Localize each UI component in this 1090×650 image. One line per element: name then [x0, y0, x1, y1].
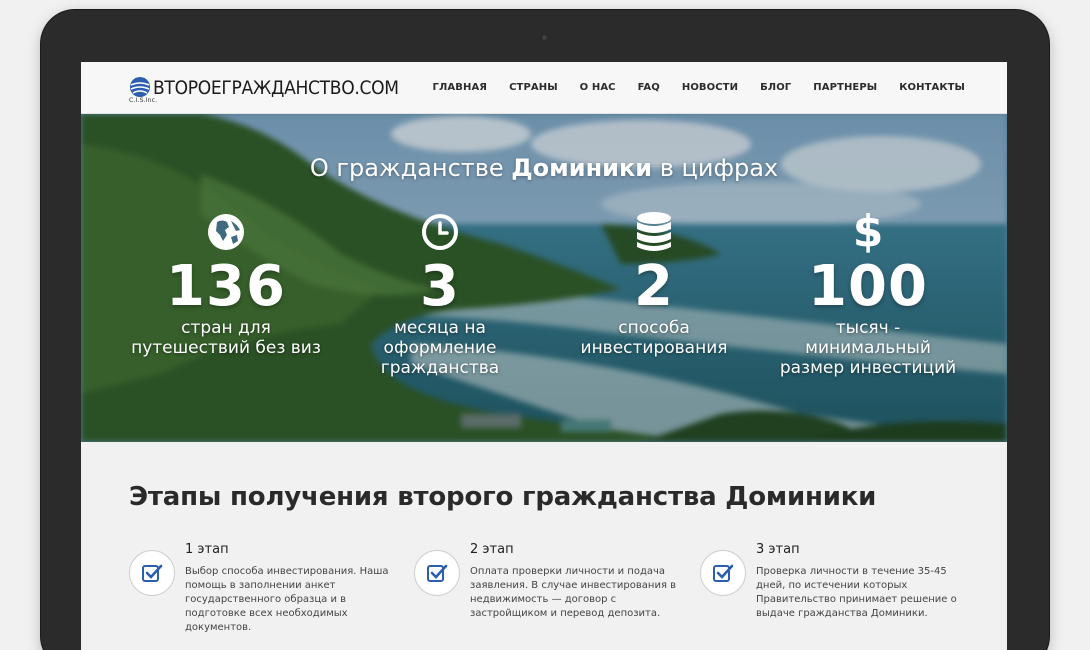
- step-name: 1 этап: [185, 542, 229, 557]
- checkbox-icon: [700, 550, 746, 596]
- step-text: Выбор способа инвестирования. Наша помощ…: [185, 566, 389, 633]
- nav-link-news[interactable]: НОВОСТИ: [682, 82, 738, 93]
- clock-icon: [335, 212, 545, 252]
- stat-label: способа инвестирования: [580, 318, 728, 358]
- nav-link-home[interactable]: ГЛАВНАЯ: [433, 82, 488, 93]
- site-header: C.I.S.Inc. ВТОРОЕГРАЖДАНСТВО.COM ГЛАВНАЯ…: [81, 62, 1007, 114]
- stat-investment-options: 2 способа инвестирования: [549, 212, 759, 358]
- steps-section: Этапы получения второго гражданства Доми…: [81, 442, 1007, 650]
- steps-title-bold: гражданства Доминики: [522, 482, 877, 512]
- nav-link-faq[interactable]: FAQ: [638, 82, 660, 93]
- camera: [541, 34, 548, 41]
- steps-title: Этапы получения второго гражданства Доми…: [129, 482, 876, 512]
- logo-globe-icon: C.I.S.Inc.: [129, 76, 157, 104]
- hero-title: О гражданстве Доминики в цифрах: [81, 154, 1007, 182]
- stat-minimum-investment: $ 100 тысяч - минимальный размер инвести…: [763, 206, 973, 379]
- nav-link-about[interactable]: О НАС: [580, 82, 616, 93]
- stat-visa-free: 136 стран для путешествий без виз: [121, 212, 331, 358]
- stat-number: 100: [808, 254, 928, 319]
- step-text: Оплата проверки личности и подача заявле…: [470, 566, 677, 619]
- database-icon: [549, 212, 759, 252]
- checkbox-icon: [129, 550, 175, 596]
- screen: C.I.S.Inc. ВТОРОЕГРАЖДАНСТВО.COM ГЛАВНАЯ…: [81, 62, 1007, 650]
- hero-title-suffix: в цифрах: [652, 154, 779, 182]
- hero-section: О гражданстве Доминики в цифрах 136 стра…: [81, 114, 1007, 442]
- logo-text: ВТОРОЕГРАЖДАНСТВО.COM: [153, 77, 399, 99]
- nav-link-contacts[interactable]: КОНТАКТЫ: [899, 82, 965, 93]
- step-text: Проверка личности в течение 35-45 дней, …: [756, 566, 957, 619]
- laptop-frame: C.I.S.Inc. ВТОРОЕГРАЖДАНСТВО.COM ГЛАВНАЯ…: [41, 10, 1049, 650]
- stat-label: месяца на оформление гражданства: [380, 318, 500, 378]
- stat-number: 136: [166, 254, 286, 319]
- stat-label: тысяч - минимальный размер инвестиций: [779, 318, 957, 378]
- stat-number: 2: [634, 254, 674, 319]
- stat-processing-time: 3 месяца на оформление гражданства: [335, 212, 545, 378]
- steps-title-prefix: Этапы получения второго: [129, 482, 523, 512]
- step-name: 3 этап: [756, 542, 800, 557]
- step-name: 2 этап: [470, 542, 514, 557]
- hero-title-prefix: О гражданстве: [309, 154, 512, 182]
- checkbox-icon: [414, 550, 460, 596]
- logo-subtitle: C.I.S.Inc.: [129, 97, 158, 104]
- globe-icon: [121, 212, 331, 252]
- stat-label: стран для путешествий без виз: [131, 318, 321, 358]
- hero-title-bold: Доминики: [511, 154, 653, 182]
- nav-link-blog[interactable]: БЛОГ: [760, 82, 791, 93]
- nav-link-countries[interactable]: СТРАНЫ: [509, 82, 558, 93]
- dollar-icon: $: [852, 206, 884, 257]
- site-logo[interactable]: C.I.S.Inc. ВТОРОЕГРАЖДАНСТВО.COM: [129, 76, 399, 106]
- main-nav: ГЛАВНАЯ СТРАНЫ О НАС FAQ НОВОСТИ БЛОГ ПА…: [411, 82, 965, 93]
- nav-link-partners[interactable]: ПАРТНЕРЫ: [813, 82, 877, 93]
- stat-number: 3: [420, 254, 460, 319]
